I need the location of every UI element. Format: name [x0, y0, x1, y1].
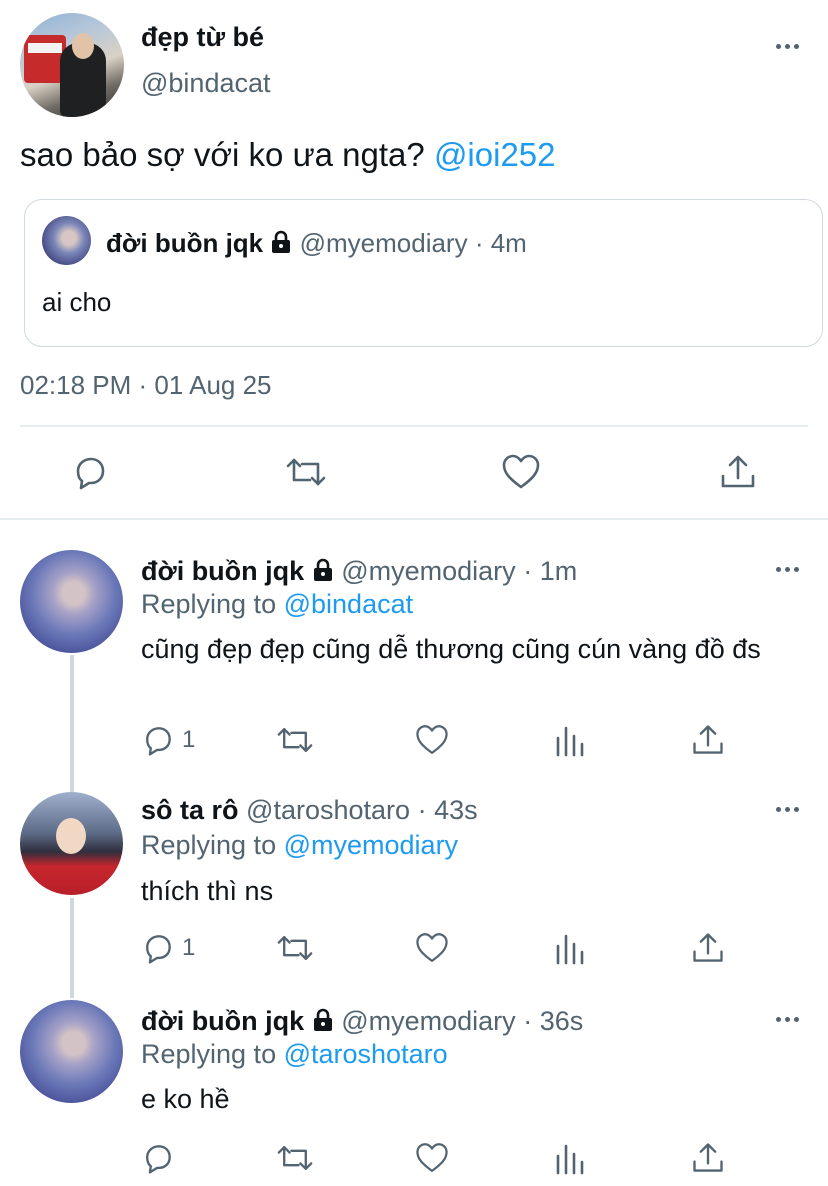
- reply-icon: [146, 935, 171, 964]
- replying-label: Replying to: [141, 1039, 277, 1069]
- like-icon: [416, 725, 448, 754]
- retweet-button[interactable]: [275, 722, 315, 758]
- reply-header: đời buồn jqk @myemodiary · 1m: [141, 556, 578, 586]
- share-icon: [693, 725, 723, 754]
- like-icon: [416, 933, 448, 962]
- retweet-icon: [286, 458, 326, 486]
- reply-header: đời buồn jqk @myemodiary · 36s: [141, 1006, 584, 1036]
- more-icon[interactable]: [776, 1017, 799, 1022]
- quote-handle: @myemodiary: [299, 228, 468, 258]
- like-button[interactable]: [414, 722, 450, 758]
- reply-icon: [146, 727, 171, 756]
- retweet-icon: [277, 1146, 313, 1170]
- quote-header: đời buồn jqk @myemodiary · 4m: [106, 228, 527, 258]
- reply-display-name[interactable]: đời buồn jqk: [141, 556, 304, 586]
- author-handle[interactable]: @bindacat: [141, 68, 271, 99]
- reply-time: 36s: [539, 1006, 584, 1036]
- reply-avatar[interactable]: [20, 792, 123, 895]
- replying-mention[interactable]: @taroshotaro: [284, 1039, 448, 1069]
- reply-text: cũng đẹp đẹp cũng dễ thương cũng cún vàn…: [141, 634, 761, 664]
- share-button[interactable]: [690, 1140, 726, 1176]
- replying-label: Replying to: [141, 589, 277, 619]
- replying-mention[interactable]: @myemodiary: [284, 830, 458, 860]
- replying-label: Replying to: [141, 830, 277, 860]
- thread-line: [70, 655, 74, 803]
- analytics-button[interactable]: [554, 722, 586, 758]
- replying-mention[interactable]: @bindacat: [284, 589, 414, 619]
- tweet-text: sao bảo sợ với ko ưa ngta? @ioi252: [20, 136, 556, 174]
- share-icon: [693, 1143, 723, 1172]
- quote-text: ai cho: [42, 287, 112, 317]
- more-icon[interactable]: [776, 567, 799, 572]
- more-icon[interactable]: [776, 807, 799, 812]
- share-button[interactable]: [690, 930, 726, 966]
- author-avatar[interactable]: [20, 13, 124, 117]
- retweet-button[interactable]: [275, 930, 315, 966]
- analytics-button[interactable]: [554, 930, 586, 966]
- analytics-icon: [556, 1144, 584, 1175]
- reply-handle[interactable]: @myemodiary: [341, 1006, 515, 1036]
- reply-display-name[interactable]: sô ta rô: [141, 795, 239, 825]
- share-button[interactable]: [690, 722, 726, 758]
- share-button[interactable]: [718, 452, 758, 492]
- reply-count: 1: [182, 934, 196, 961]
- reply-icon: [76, 457, 105, 490]
- reply-button[interactable]: 1: [140, 722, 195, 758]
- reply-text: e ko hề: [141, 1084, 230, 1114]
- reply-button[interactable]: 1: [140, 930, 195, 966]
- section-divider: [0, 518, 828, 520]
- divider: [20, 425, 808, 427]
- thread-line: [70, 898, 74, 998]
- retweet-icon: [277, 936, 313, 960]
- reply-icon: [146, 1145, 171, 1174]
- reply-avatar[interactable]: [20, 1000, 123, 1103]
- like-icon: [502, 454, 540, 489]
- quoted-tweet[interactable]: [24, 199, 823, 347]
- lock-icon: [272, 230, 291, 253]
- reply-display-name[interactable]: đời buồn jqk: [141, 1006, 304, 1036]
- reply-avatar[interactable]: [20, 550, 123, 653]
- more-icon[interactable]: [776, 44, 799, 49]
- reply-count: 1: [182, 726, 196, 753]
- reply-handle[interactable]: @myemodiary: [341, 556, 515, 586]
- reply-button[interactable]: [70, 452, 110, 492]
- analytics-button[interactable]: [554, 1140, 586, 1176]
- lock-icon: [313, 1008, 332, 1031]
- reply-text: thích thì ns: [141, 876, 274, 906]
- retweet-icon: [277, 728, 313, 752]
- analytics-icon: [556, 726, 584, 757]
- reply-button[interactable]: [140, 1140, 182, 1176]
- reply-time: 1m: [539, 556, 578, 586]
- retweet-button[interactable]: [275, 1140, 315, 1176]
- share-icon: [721, 455, 755, 488]
- mention-link[interactable]: @ioi252: [434, 136, 556, 173]
- quote-avatar: [42, 216, 91, 265]
- reply-time: 43s: [434, 795, 478, 825]
- quote-time: 4m: [490, 228, 527, 258]
- lock-icon: [313, 558, 332, 581]
- tweet-body: sao bảo sợ với ko ưa ngta?: [20, 136, 425, 173]
- like-button[interactable]: [500, 452, 542, 492]
- author-display-name[interactable]: đẹp từ bé: [141, 22, 264, 53]
- retweet-button[interactable]: [284, 452, 328, 492]
- tweet-timestamp[interactable]: 02:18 PM · 01 Aug 25: [20, 370, 272, 401]
- analytics-icon: [556, 934, 584, 965]
- reply-header: sô ta rô @taroshotaro · 43s: [141, 795, 478, 825]
- like-icon: [416, 1143, 448, 1172]
- replying-to: Replying to @taroshotaro: [141, 1039, 448, 1070]
- replying-to: Replying to @bindacat: [141, 589, 413, 620]
- like-button[interactable]: [414, 930, 450, 966]
- replying-to: Replying to @myemodiary: [141, 830, 458, 861]
- quote-display-name: đời buồn jqk: [106, 228, 264, 258]
- like-button[interactable]: [414, 1140, 450, 1176]
- reply-handle[interactable]: @taroshotaro: [246, 795, 410, 825]
- share-icon: [693, 933, 723, 962]
